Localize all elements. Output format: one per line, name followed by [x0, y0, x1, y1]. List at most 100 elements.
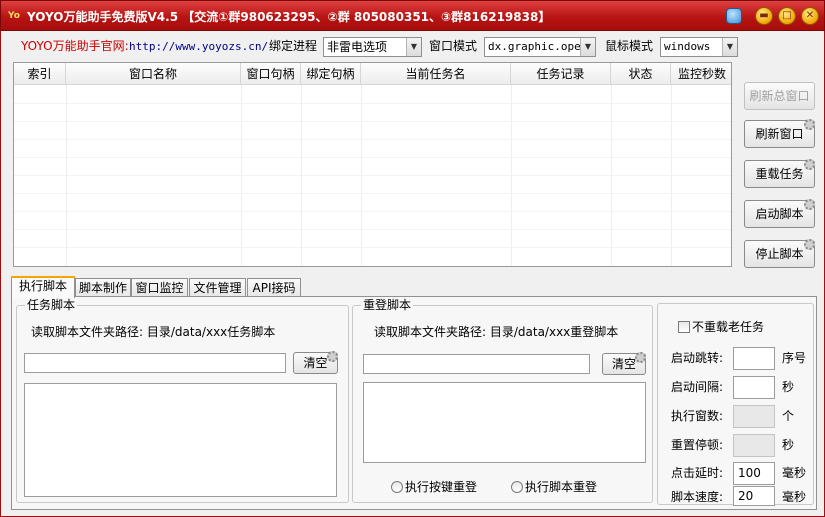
settings-group: 不重载老任务 启动跳转: 序号 启动间隔: 秒 执行窗数: 个 重置停顿: 秒 …	[657, 303, 814, 506]
grid-line	[14, 157, 731, 158]
site-link[interactable]: http://www.yoyozs.cn/	[129, 39, 268, 55]
task-script-clear-label: 清空	[303, 356, 328, 370]
gear-icon	[804, 239, 815, 250]
relogin-script-clear-label: 清空	[611, 357, 636, 371]
grid-line	[14, 103, 731, 104]
grid-line	[241, 85, 242, 266]
relogin-script-group: 重登脚本 读取脚本文件夹路径: 目录/data/xxx重登脚本 清空 执行按键重…	[352, 297, 653, 503]
no-reload-old-task-label[interactable]: 不重载老任务	[692, 319, 764, 335]
exec-windows-unit: 个	[782, 409, 795, 423]
start-interval-input[interactable]	[733, 376, 775, 399]
grid-line	[671, 85, 672, 266]
minimize-icon: ▬	[759, 10, 769, 21]
reset-pause-label: 重置停顿:	[671, 438, 724, 452]
window-list-table[interactable]: 索引 窗口名称 窗口句柄 绑定句柄 当前任务名 任务记录 状态 监控秒数	[13, 62, 732, 267]
script-relogin-label[interactable]: 执行脚本重登	[525, 479, 597, 495]
bind-process-select[interactable]: 非雷电选项 ▼	[323, 37, 422, 57]
tab-window-monitor[interactable]: 窗口监控	[131, 278, 188, 297]
grid-line	[14, 247, 731, 248]
column-header-bind-handle[interactable]: 绑定句柄	[301, 63, 361, 85]
gear-icon	[804, 119, 815, 130]
key-relogin-radio[interactable]	[391, 481, 403, 493]
main-window: YOYO万能助手官网: http://www.yoyozs.cn/ 绑定进程 非…	[0, 31, 825, 517]
minimize-button[interactable]: ▬	[755, 7, 773, 25]
close-button[interactable]: ✕	[801, 7, 819, 25]
close-icon: ✕	[805, 10, 815, 21]
click-delay-input[interactable]: 100	[733, 462, 775, 485]
script-speed-label: 脚本速度:	[671, 490, 724, 504]
grid-line	[361, 85, 362, 266]
relogin-script-clear-button[interactable]: 清空	[602, 352, 646, 375]
refresh-window-button[interactable]: 刷新窗口	[744, 119, 815, 148]
tab-api-code[interactable]: API接码	[247, 278, 301, 297]
relogin-script-path-input[interactable]	[363, 354, 590, 374]
task-script-list[interactable]	[24, 383, 337, 497]
script-speed-input[interactable]: 20	[733, 486, 775, 506]
gear-icon	[804, 199, 815, 210]
column-header-index[interactable]: 索引	[14, 63, 66, 85]
grid-line	[301, 85, 302, 266]
task-script-clear-button[interactable]: 清空	[293, 351, 338, 374]
execute-script-panel: 任务脚本 读取脚本文件夹路径: 目录/data/xxx任务脚本 清空 重登脚本 …	[11, 296, 817, 510]
app-icon: Yo	[8, 11, 20, 21]
start-jump-label: 启动跳转:	[671, 351, 724, 365]
mouse-mode-label: 鼠标模式	[605, 39, 654, 53]
bind-process-value: 非雷电选项	[327, 40, 388, 54]
refresh-all-windows-label: 刷新总窗口	[749, 89, 810, 103]
relogin-script-list[interactable]	[363, 382, 646, 463]
start-script-button[interactable]: 启动脚本	[744, 199, 815, 228]
window-mode-value: dx.graphic.open	[488, 40, 588, 53]
start-interval-label: 启动间隔:	[671, 380, 724, 394]
tab-execute-script[interactable]: 执行脚本	[11, 276, 75, 298]
task-script-path-label: 读取脚本文件夹路径: 目录/data/xxx任务脚本	[31, 325, 276, 339]
bind-process-label: 绑定进程	[269, 39, 318, 53]
start-jump-input[interactable]	[733, 347, 775, 370]
reload-task-button[interactable]: 重载任务	[744, 159, 815, 188]
skin-icon[interactable]	[726, 8, 742, 24]
chevron-down-icon: ▼	[580, 38, 595, 56]
tab-file-manager[interactable]: 文件管理	[189, 278, 246, 297]
title-bar: Yo YOYO万能助手免费版V4.5 【交流①群980623295、②群 805…	[0, 0, 825, 31]
no-reload-old-task-checkbox[interactable]	[678, 321, 690, 333]
column-header-current-task[interactable]: 当前任务名	[361, 63, 511, 85]
column-header-status[interactable]: 状态	[611, 63, 671, 85]
chevron-down-icon: ▼	[406, 38, 421, 56]
stop-script-button[interactable]: 停止脚本	[744, 239, 815, 268]
click-delay-label: 点击延时:	[671, 466, 724, 480]
grid-line	[14, 211, 731, 212]
grid-line	[611, 85, 612, 266]
mouse-mode-select[interactable]: windows ▼	[660, 37, 738, 57]
start-interval-unit: 秒	[782, 380, 795, 394]
grid-line	[14, 193, 731, 194]
click-delay-unit: 毫秒	[782, 466, 807, 480]
start-script-label: 启动脚本	[755, 207, 804, 221]
exec-windows-label: 执行窗数:	[671, 409, 724, 423]
reset-pause-unit: 秒	[782, 438, 795, 452]
window-mode-label: 窗口模式	[429, 39, 478, 53]
grid-line	[14, 121, 731, 122]
chevron-down-icon: ▼	[722, 38, 737, 56]
site-label: YOYO万能助手官网:	[21, 39, 129, 53]
column-header-window-name[interactable]: 窗口名称	[66, 63, 241, 85]
column-header-window-handle[interactable]: 窗口句柄	[241, 63, 301, 85]
reset-pause-input	[733, 434, 775, 457]
column-header-task-log[interactable]: 任务记录	[511, 63, 611, 85]
refresh-window-label: 刷新窗口	[755, 127, 804, 141]
maximize-button[interactable]: □	[778, 7, 796, 25]
key-relogin-label[interactable]: 执行按键重登	[405, 479, 477, 495]
grid-line	[14, 229, 731, 230]
gear-icon	[327, 351, 338, 362]
refresh-all-windows-button[interactable]: 刷新总窗口	[744, 82, 815, 110]
gear-icon	[804, 159, 815, 170]
exec-windows-input	[733, 405, 775, 428]
task-script-path-input[interactable]	[24, 353, 286, 373]
script-relogin-radio[interactable]	[511, 481, 523, 493]
gear-icon	[635, 352, 646, 363]
column-header-monitor-seconds[interactable]: 监控秒数	[671, 63, 731, 85]
task-script-group-title: 任务脚本	[25, 297, 78, 313]
tab-script-editor[interactable]: 脚本制作	[75, 278, 131, 297]
table-header: 索引 窗口名称 窗口句柄 绑定句柄 当前任务名 任务记录 状态 监控秒数	[14, 63, 731, 85]
maximize-icon: □	[782, 10, 792, 21]
window-mode-select[interactable]: dx.graphic.open ▼	[484, 37, 596, 57]
relogin-script-group-title: 重登脚本	[361, 297, 414, 313]
